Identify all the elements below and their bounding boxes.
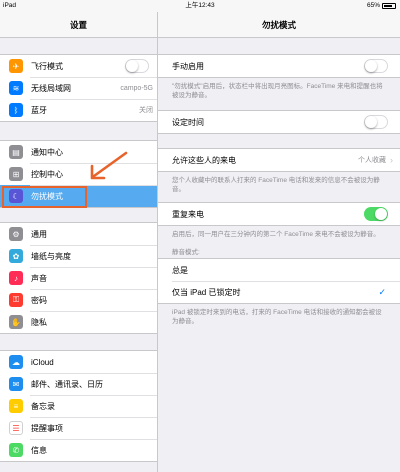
lock-icon: ⚿ xyxy=(9,293,23,307)
checkmark-icon: ✓ xyxy=(378,286,386,297)
sidebar-group: ✈ 飞行模式 ≋ 无线局域网 campo-5G ᛒ 蓝牙 关闭 xyxy=(0,54,157,122)
airplane-toggle[interactable] xyxy=(125,59,149,73)
sidebar-item-mail[interactable]: ✉ 邮件、通讯录、日历 xyxy=(0,373,157,395)
scheduled-group: 设定时间 xyxy=(158,110,400,134)
sidebar-item-label: 飞行模式 xyxy=(31,61,63,71)
sidebar-item-label: 墙纸与亮度 xyxy=(31,251,71,261)
sidebar-item-airplane[interactable]: ✈ 飞行模式 xyxy=(0,55,157,77)
sidebar-group: ⚙ 通用 ✿ 墙纸与亮度 ♪ 声音 ⚿ 密码 ✋ 隐私 xyxy=(0,222,157,334)
messages-icon: ✆ xyxy=(9,443,23,457)
sidebar-item-label: 蓝牙 xyxy=(31,105,47,115)
sidebar-item-general[interactable]: ⚙ 通用 xyxy=(0,223,157,245)
battery-icon xyxy=(382,3,396,9)
repeat-group: 重复来电 xyxy=(158,202,400,226)
mail-icon: ✉ xyxy=(9,377,23,391)
manual-toggle[interactable] xyxy=(364,59,388,73)
sidebar-title: 设置 xyxy=(0,12,157,38)
notes-icon: ≡ xyxy=(9,399,23,413)
sidebar-item-control-center[interactable]: ⊞ 控制中心 xyxy=(0,163,157,185)
sidebar-item-label: 信息 xyxy=(31,445,47,455)
repeat-toggle[interactable] xyxy=(364,207,388,221)
wifi-icon: ≋ xyxy=(9,81,23,95)
silence-option-label: 仅当 iPad 已锁定时 xyxy=(172,287,241,297)
moon-icon: ☾ xyxy=(9,189,23,203)
sidebar-item-label: 提醒事项 xyxy=(31,423,63,433)
silence-note: iPad 被锁定时来到的电话，打来的 FaceTime 电话和接收的通知都会被设… xyxy=(172,309,382,325)
sidebar-item-label: 无线局域网 xyxy=(31,83,71,93)
sidebar-group: ☁ iCloud ✉ 邮件、通讯录、日历 ≡ 备忘录 ☰ 提醒事项 ✆ 信息 xyxy=(0,350,157,462)
sidebar-item-label: 通用 xyxy=(31,229,47,239)
sidebar-group: ▤ 通知中心 ⊞ 控制中心 ☾ 勿扰模式 xyxy=(0,140,157,208)
control-center-icon: ⊞ xyxy=(9,167,23,181)
notification-center-icon: ▤ xyxy=(9,145,23,159)
allow-calls-value: 个人收藏 xyxy=(358,157,386,164)
reminders-icon: ☰ xyxy=(9,421,23,435)
repeat-row: 重复来电 xyxy=(158,203,400,225)
battery-status: 65% xyxy=(367,0,396,12)
page-title: 勿扰模式 xyxy=(158,12,400,38)
sidebar-item-bluetooth[interactable]: ᛒ 蓝牙 关闭 xyxy=(0,99,157,121)
wallpaper-icon: ✿ xyxy=(9,249,23,263)
airplane-icon: ✈ xyxy=(9,59,23,73)
sidebar-item-notification-center[interactable]: ▤ 通知中心 xyxy=(0,141,157,163)
status-bar: iPad 上午12:43 65% xyxy=(0,0,400,12)
sidebar-item-value: campo-5G xyxy=(120,84,153,92)
gear-icon: ⚙ xyxy=(9,227,23,241)
sidebar-item-privacy[interactable]: ✋ 隐私 xyxy=(0,311,157,333)
allow-calls-note: 您个人收藏中的联系人打来的 FaceTime 电话和发来的信息不会被设为静音。 xyxy=(172,177,380,193)
pointer-arrow-icon xyxy=(90,151,128,180)
sidebar-item-do-not-disturb[interactable]: ☾ 勿扰模式 xyxy=(0,185,157,207)
speaker-icon: ♪ xyxy=(9,271,23,285)
cloud-icon: ☁ xyxy=(9,355,23,369)
sidebar-item-notes[interactable]: ≡ 备忘录 xyxy=(0,395,157,417)
sidebar-item-value: 关闭 xyxy=(139,107,153,114)
hand-icon: ✋ xyxy=(9,315,23,329)
manual-note: "勿扰模式"启用后，状态栏中将出现月亮图标。FaceTime 来电和提醒也将被设… xyxy=(172,83,383,99)
sidebar-item-wifi[interactable]: ≋ 无线局域网 campo-5G xyxy=(0,77,157,99)
bluetooth-icon: ᛒ xyxy=(9,103,23,117)
sidebar-item-label: 勿扰模式 xyxy=(31,191,63,201)
sidebar-item-sounds[interactable]: ♪ 声音 xyxy=(0,267,157,289)
sidebar-item-label: 声音 xyxy=(31,273,47,283)
scheduled-row: 设定时间 xyxy=(158,111,400,133)
allow-calls-group: 允许这些人的来电 个人收藏 › xyxy=(158,148,400,172)
repeat-label: 重复来电 xyxy=(172,209,204,219)
sidebar-item-label: 隐私 xyxy=(31,317,47,327)
scheduled-toggle[interactable] xyxy=(364,115,388,129)
manual-group: 手动启用 xyxy=(158,54,400,78)
sidebar-item-label: 密码 xyxy=(31,295,47,305)
allow-calls-row[interactable]: 允许这些人的来电 个人收藏 › xyxy=(158,149,400,171)
manual-label: 手动启用 xyxy=(172,61,204,71)
sidebar-item-wallpaper[interactable]: ✿ 墙纸与亮度 xyxy=(0,245,157,267)
silence-option-always[interactable]: 总是 xyxy=(158,259,400,281)
sidebar-item-reminders[interactable]: ☰ 提醒事项 xyxy=(0,417,157,439)
clock: 上午12:43 xyxy=(185,2,215,9)
sidebar-item-icloud[interactable]: ☁ iCloud xyxy=(0,351,157,373)
repeat-note: 启用后，同一用户在三分钟内的第二个 FaceTime 来电不会被设为静音。 xyxy=(172,231,380,238)
silence-header: 静音模式: xyxy=(172,249,200,256)
silence-group: 总是 仅当 iPad 已锁定时 ✓ xyxy=(158,258,400,304)
sidebar-item-label: iCloud xyxy=(31,357,54,367)
silence-option-locked[interactable]: 仅当 iPad 已锁定时 ✓ xyxy=(158,281,400,303)
chevron-right-icon: › xyxy=(390,155,393,165)
settings-sidebar: 设置 ✈ 飞行模式 ≋ 无线局域网 campo-5G ᛒ 蓝牙 关闭 ▤ 通知中心 ⊞ 控制中心 ☾ 勿扰… xyxy=(0,12,158,472)
sidebar-item-label: 邮件、通讯录、日历 xyxy=(31,379,103,389)
silence-option-label: 总是 xyxy=(172,265,188,275)
sidebar-item-label: 备忘录 xyxy=(31,401,55,411)
manual-row: 手动启用 xyxy=(158,55,400,77)
sidebar-item-messages[interactable]: ✆ 信息 xyxy=(0,439,157,461)
allow-calls-label: 允许这些人的来电 xyxy=(172,155,236,165)
dnd-detail-pane: 勿扰模式 手动启用 "勿扰模式"启用后，状态栏中将出现月亮图标。FaceTime… xyxy=(158,12,400,472)
sidebar-item-passcode[interactable]: ⚿ 密码 xyxy=(0,289,157,311)
battery-percent: 65% xyxy=(366,2,380,9)
scheduled-label: 设定时间 xyxy=(172,117,204,127)
